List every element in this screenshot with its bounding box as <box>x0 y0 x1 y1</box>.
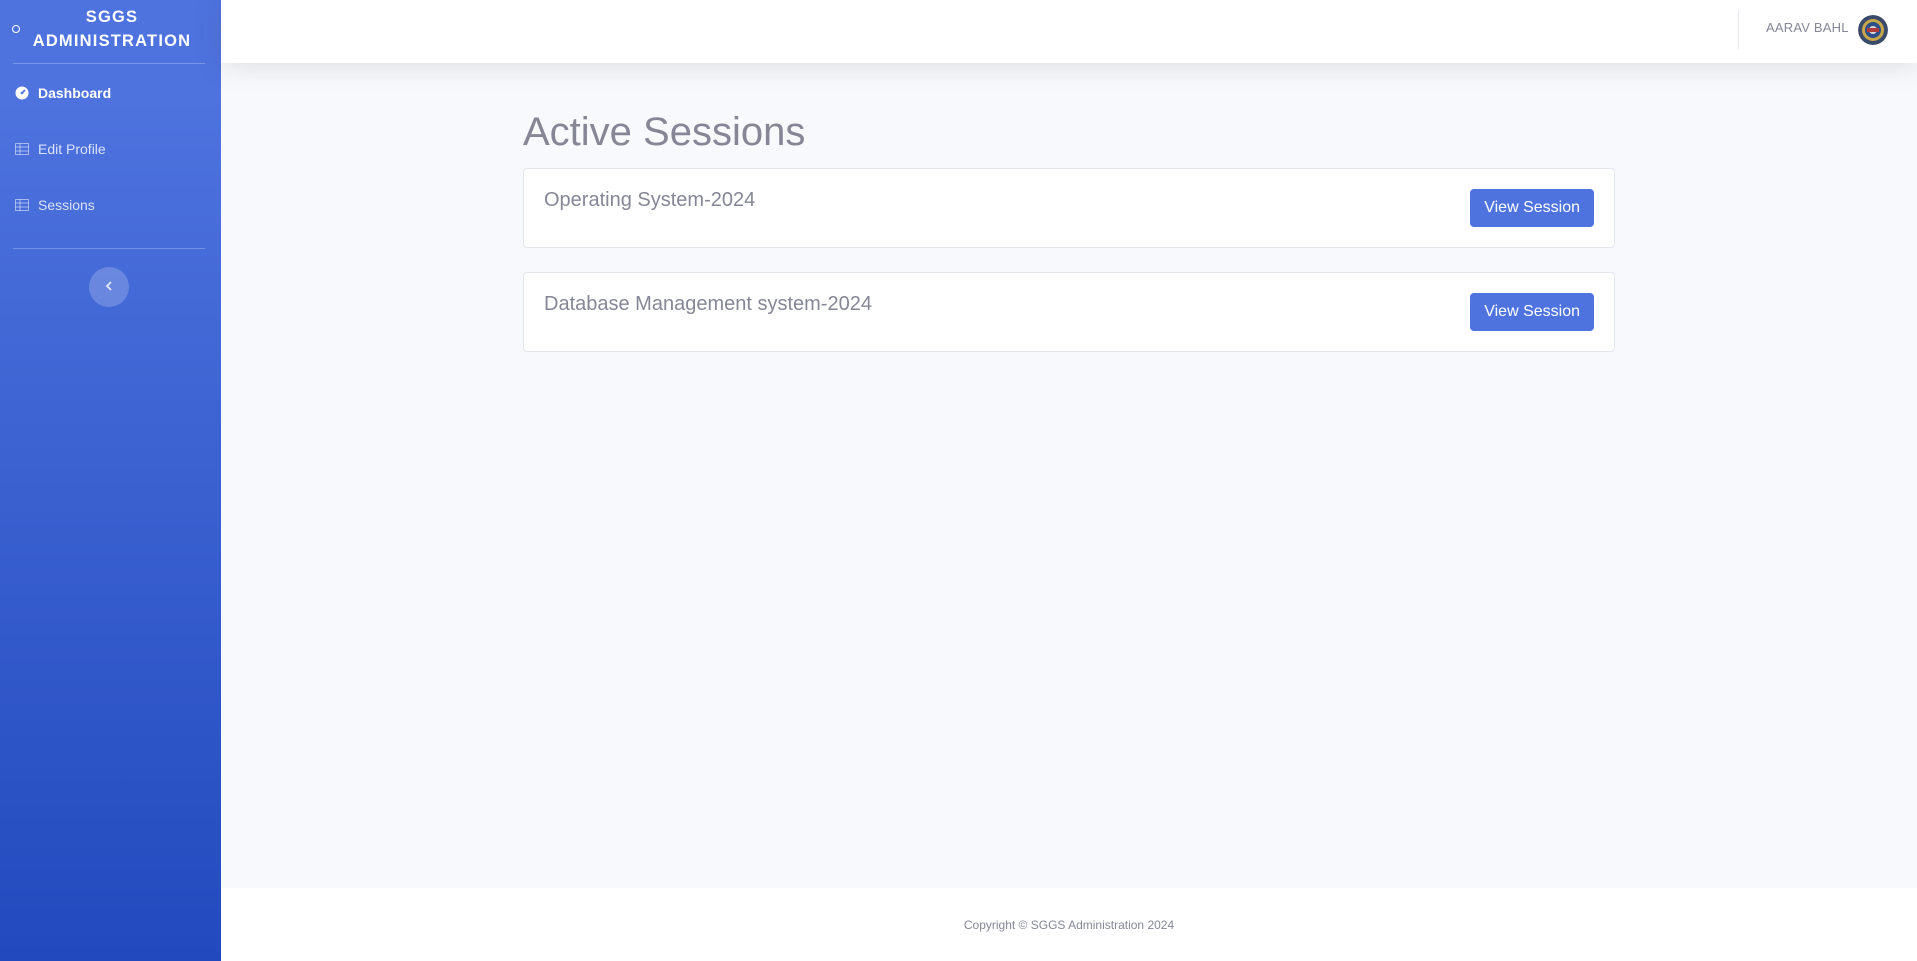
page-title: Active Sessions <box>523 110 806 154</box>
sidebar-brand[interactable]: SGGS ADMINISTRATION <box>0 0 221 63</box>
user-avatar[interactable] <box>1858 15 1888 45</box>
sidebar-item-label: Sessions <box>38 197 95 213</box>
brand-logo-icon <box>12 25 20 33</box>
session-name: Operating System-2024 <box>544 189 756 211</box>
session-name: Database Management system-2024 <box>544 293 872 315</box>
sidebar-toggle-button[interactable] <box>89 267 129 307</box>
user-name[interactable]: AARAV BAHL <box>1766 20 1849 35</box>
view-session-button[interactable]: View Session <box>1470 189 1594 227</box>
table-icon <box>14 198 30 212</box>
chevron-left-icon <box>105 278 113 296</box>
sidebar-item-sessions[interactable]: Sessions <box>0 185 221 225</box>
sidebar-item-dashboard[interactable]: Dashboard <box>0 73 221 113</box>
footer: Copyright © SGGS Administration 2024 <box>221 888 1917 961</box>
session-card: Operating System-2024 View Session <box>523 168 1615 248</box>
sidebar-item-edit-profile[interactable]: Edit Profile <box>0 129 221 169</box>
tachometer-icon <box>14 86 30 100</box>
sidebar-divider <box>13 248 205 249</box>
sidebar-item-label: Dashboard <box>38 85 112 101</box>
sidebar: SGGS ADMINISTRATION Dashboard Edit Profi… <box>0 0 221 961</box>
sidebar-item-label: Edit Profile <box>38 141 106 157</box>
session-card: Database Management system-2024 View Ses… <box>523 272 1615 352</box>
brand-title: SGGS ADMINISTRATION <box>32 8 192 50</box>
sidebar-divider <box>13 63 205 64</box>
table-icon <box>14 142 30 156</box>
topbar: AARAV BAHL <box>221 0 1917 63</box>
copyright-text: Copyright © SGGS Administration 2024 <box>963 917 1175 932</box>
view-session-button[interactable]: View Session <box>1470 293 1594 331</box>
topbar-divider <box>1738 10 1739 49</box>
